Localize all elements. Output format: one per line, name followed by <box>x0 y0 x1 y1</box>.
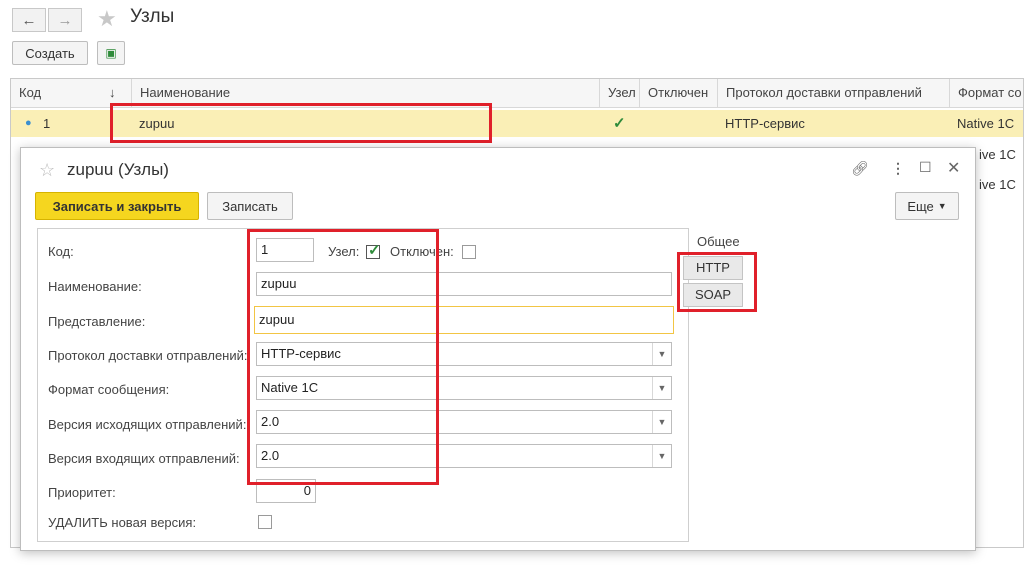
col-protocol[interactable]: Протокол доставки отправлений <box>717 79 949 107</box>
chevron-down-icon[interactable]: ▼ <box>652 377 671 399</box>
more-label: Еще <box>907 198 934 214</box>
highlight-box <box>110 103 492 143</box>
cell-node: ✓ <box>613 115 626 132</box>
create-button[interactable]: Создать <box>12 41 88 65</box>
save-button[interactable]: Записать <box>207 192 293 220</box>
node-status-icon: ● <box>25 117 32 129</box>
col-node[interactable]: Узел <box>599 79 639 107</box>
highlight-box <box>677 252 757 312</box>
col-code[interactable]: Код <box>11 79 101 107</box>
name-label: Наименование: <box>48 279 142 294</box>
delete-new-version-label: УДАЛИТЬ новая версия: <box>48 515 197 530</box>
forward-button[interactable]: → <box>48 8 82 32</box>
more-button[interactable]: Еще ▼ <box>895 192 959 220</box>
back-button[interactable]: ← <box>12 8 46 32</box>
in-version-label: Версия входящих отправлений: <box>48 451 240 466</box>
priority-label: Приоритет: <box>48 485 116 500</box>
chevron-down-icon[interactable]: ▼ <box>652 411 671 433</box>
chevron-down-icon: ▼ <box>937 201 947 211</box>
document-copy-icon: ▣ <box>105 46 117 60</box>
col-format[interactable]: Формат со <box>949 79 1024 107</box>
more-vertical-icon[interactable]: ⋮ <box>891 160 905 177</box>
close-icon[interactable]: ✕ <box>947 158 960 178</box>
favorite-star-icon[interactable]: ☆ <box>39 160 55 181</box>
code-label: Код: <box>48 244 74 259</box>
col-disabled[interactable]: Отключен <box>639 79 717 107</box>
protocol-label: Протокол доставки отправлений: <box>48 348 248 363</box>
cell-protocol: HTTP-сервис <box>725 116 805 131</box>
format-label: Формат сообщения: <box>48 382 170 397</box>
delete-new-version-checkbox[interactable] <box>258 515 272 529</box>
page-title: Узлы <box>130 6 175 27</box>
out-version-label: Версия исходящих отправлений: <box>48 417 247 432</box>
chevron-down-icon[interactable]: ▼ <box>652 445 671 467</box>
save-and-close-button[interactable]: Записать и закрыть <box>35 192 199 220</box>
representation-label: Представление: <box>48 314 146 329</box>
favorite-star-icon[interactable]: ★ <box>97 6 117 32</box>
chevron-down-icon[interactable]: ▼ <box>652 343 671 365</box>
cell-format: Native 1C <box>957 116 1015 131</box>
disabled-checkbox[interactable] <box>462 245 476 259</box>
cell-format: ive 1C <box>979 147 1016 162</box>
general-header: Общее <box>697 234 740 249</box>
node-dialog: ☆ zupuu (Узлы) 🔗︎ ⋮ ☐ ✕ Записать и закры… <box>20 147 976 551</box>
cell-format: ive 1C <box>979 177 1016 192</box>
link-icon[interactable]: 🔗︎ <box>851 160 869 177</box>
cell-code: 1 <box>43 116 51 131</box>
maximize-icon[interactable]: ☐ <box>919 159 932 176</box>
dialog-title: zupuu (Узлы) <box>67 160 169 179</box>
copy-document-button[interactable]: ▣ <box>97 41 125 65</box>
highlight-box <box>247 229 439 485</box>
